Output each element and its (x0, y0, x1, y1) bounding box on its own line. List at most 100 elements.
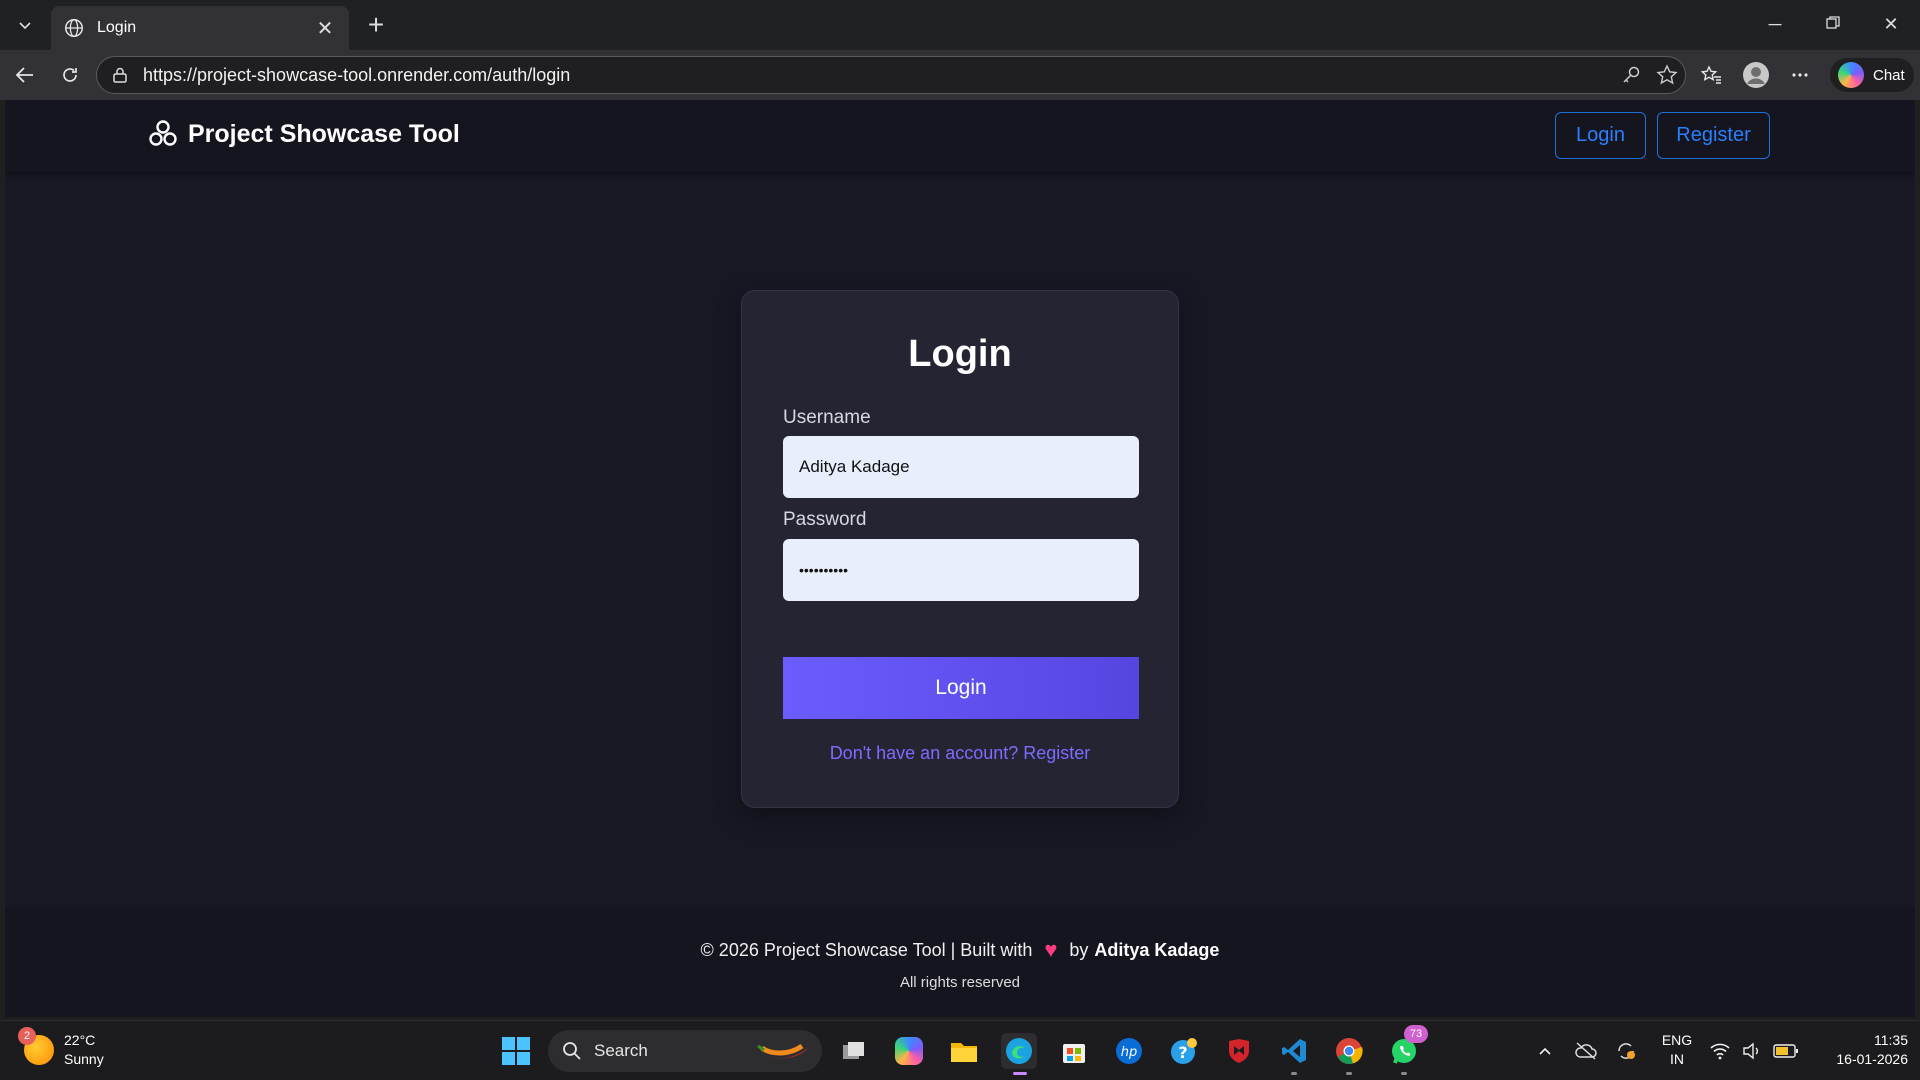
chevron-up-icon (1539, 1047, 1551, 1055)
tab-title: Login (97, 19, 137, 36)
help-icon: ? (1171, 1038, 1197, 1064)
footer-by: by (1069, 939, 1089, 960)
footer-author: Aditya Kadage (1094, 939, 1220, 960)
minimize-window-button[interactable]: ─ (1755, 8, 1795, 40)
onedrive-status-button[interactable] (1570, 1033, 1602, 1069)
restore-icon (1826, 16, 1840, 29)
footer-copyright: © 2026 Project Showcase Tool | Built wit… (700, 939, 1033, 960)
language-region: IN (1670, 1051, 1684, 1067)
whatsapp-button[interactable]: 73 (1386, 1025, 1428, 1075)
wifi-icon (1710, 1043, 1730, 1060)
password-input[interactable]: •••••••••• (783, 539, 1139, 601)
arrow-left-icon (15, 67, 33, 83)
browser-tab-strip: Login ✕ + ─ ✕ (0, 0, 1920, 50)
header-register-button[interactable]: Register (1657, 112, 1770, 159)
vscode-icon (1282, 1039, 1306, 1063)
language-indicator[interactable]: ENG IN (1660, 1031, 1694, 1069)
heart-icon: ♥ (1044, 937, 1058, 962)
address-bar[interactable]: https://project-showcase-tool.onrender.c… (96, 56, 1686, 94)
running-indicator (1346, 1072, 1352, 1075)
language-code: ENG (1661, 1032, 1693, 1048)
edge-taskbar-button[interactable] (1001, 1033, 1037, 1075)
login-submit-button[interactable]: Login (783, 657, 1139, 719)
running-indicator (1401, 1072, 1407, 1075)
more-dots-icon (1792, 73, 1808, 77)
username-input[interactable]: Aditya Kadage (783, 436, 1139, 498)
profile-button[interactable] (1740, 59, 1772, 91)
copilot-taskbar-button[interactable] (891, 1033, 927, 1069)
task-view-icon (843, 1042, 864, 1059)
close-window-button[interactable]: ✕ (1871, 8, 1911, 40)
clock[interactable]: 11:35 16-01-2026 (1812, 1031, 1908, 1069)
header-login-button[interactable]: Login (1555, 112, 1646, 159)
login-card: Login Username Aditya Kadage Password ••… (741, 290, 1179, 808)
login-title: Login (908, 333, 1012, 375)
copilot-chat-button[interactable]: Chat (1830, 58, 1914, 92)
battery-icon (1772, 1044, 1798, 1058)
footer-rights: All rights reserved (899, 974, 1021, 991)
vscode-button[interactable] (1276, 1033, 1312, 1075)
search-label: Search (594, 1041, 648, 1060)
clock-date: 16-01-2026 (1836, 1051, 1908, 1067)
copilot-app-icon (895, 1037, 923, 1065)
edge-browser-icon (1006, 1038, 1032, 1064)
clock-time: 11:35 (1874, 1032, 1908, 1048)
site-footer: © 2026 Project Showcase Tool | Built wit… (5, 908, 1915, 1017)
globe-icon (65, 19, 83, 37)
tab-actions-menu-button[interactable] (6, 8, 44, 42)
task-view-button[interactable] (836, 1033, 872, 1069)
favorites-button[interactable] (1695, 59, 1727, 91)
browser-tab-login[interactable]: Login ✕ (51, 6, 349, 50)
folder-icon (951, 1043, 977, 1062)
username-label: Username (783, 407, 871, 428)
weather-widget[interactable]: 2 22°C Sunny (18, 1027, 104, 1069)
site-info-lock-icon[interactable] (111, 66, 129, 84)
svg-text:?: ? (1178, 1043, 1187, 1062)
weather-badge: 2 (18, 1027, 36, 1045)
weather-temperature: 22°C (64, 1032, 96, 1048)
reload-icon (63, 68, 77, 82)
taskbar-search[interactable]: Search (548, 1030, 822, 1072)
speaker-icon (1743, 1042, 1758, 1060)
store-bag-icon (1063, 1044, 1085, 1063)
project-diagram-icon (149, 120, 177, 146)
sync-icon (1618, 1043, 1635, 1059)
web-page: Project Showcase Tool Login Register Log… (5, 100, 1915, 1017)
chevron-down-icon (19, 22, 31, 30)
help-app-button[interactable]: ? (1166, 1033, 1202, 1069)
site-header: Project Showcase Tool Login Register (5, 100, 1915, 172)
quick-settings-button[interactable] (1704, 1033, 1804, 1069)
store-button[interactable] (1056, 1033, 1092, 1069)
mcafee-shield-icon (1229, 1039, 1249, 1063)
chat-label: Chat (1873, 66, 1905, 84)
favorite-star-icon[interactable] (1649, 57, 1685, 93)
active-indicator (1013, 1072, 1027, 1075)
sun-icon: 2 (18, 1027, 54, 1065)
new-tab-button[interactable]: + (360, 10, 392, 42)
copilot-icon (1838, 62, 1864, 88)
windows-logo-icon (502, 1037, 530, 1065)
svg-text:hp: hp (1121, 1045, 1138, 1060)
browser-toolbar: https://project-showcase-tool.onrender.c… (0, 50, 1920, 100)
mcafee-button[interactable] (1221, 1033, 1257, 1069)
file-explorer-button[interactable] (946, 1033, 982, 1069)
password-label: Password (783, 509, 867, 530)
hp-app-button[interactable]: hp (1111, 1033, 1147, 1069)
sync-status-button[interactable] (1610, 1033, 1642, 1069)
cloud-off-icon (1575, 1042, 1597, 1060)
show-hidden-icons-button[interactable] (1530, 1033, 1560, 1069)
settings-more-button[interactable] (1784, 59, 1816, 91)
close-tab-icon[interactable]: ✕ (313, 16, 337, 41)
chili-pepper-icon (757, 1043, 808, 1059)
back-button[interactable] (9, 59, 41, 91)
site-brand[interactable]: Project Showcase Tool (148, 119, 460, 149)
chrome-button[interactable] (1331, 1033, 1367, 1075)
start-button[interactable] (498, 1033, 534, 1069)
password-key-icon[interactable] (1613, 57, 1649, 93)
footer-credit: © 2026 Project Showcase Tool | Built wit… (5, 937, 1915, 963)
restore-window-button[interactable] (1813, 8, 1853, 40)
hp-logo-icon: hp (1116, 1038, 1142, 1064)
windows-taskbar: 2 22°C Sunny Search hp ? 73 ENG IN 11:35… (0, 1020, 1920, 1080)
reload-button[interactable] (54, 59, 86, 91)
register-link[interactable]: Don't have an account? Register (742, 743, 1178, 764)
